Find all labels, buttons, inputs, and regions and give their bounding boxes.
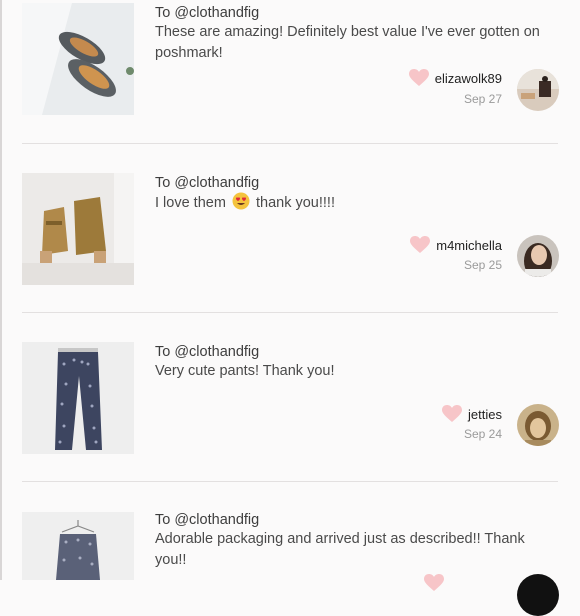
avatar-photo-icon (517, 404, 559, 446)
author-avatar[interactable] (517, 235, 559, 277)
author-username[interactable]: jetties (468, 407, 502, 422)
avatar-photo-icon (517, 235, 559, 277)
heart-icon (424, 574, 444, 591)
recipient-line: To @clothandfig (155, 344, 260, 360)
note-date: Sep 25 (463, 258, 502, 272)
author-username[interactable]: elizawolk89 (435, 71, 502, 86)
printed-pants-icon (22, 342, 134, 454)
message-text: I love them (155, 195, 226, 211)
card-divider (22, 481, 558, 482)
heart-icon (408, 69, 429, 86)
note-message: I love them thank you!!!! (155, 192, 565, 214)
author-avatar[interactable] (517, 69, 559, 111)
card-divider (22, 312, 558, 313)
recipient-line: To @clothandfig (155, 175, 260, 191)
author-row: m4michella (410, 236, 502, 254)
author-avatar[interactable] (517, 574, 559, 616)
note-date: Sep 27 (463, 92, 502, 106)
love-note-card: To @clothandfig Adorable packaging and a… (0, 510, 580, 616)
author-row: elizawolk89 (408, 69, 502, 87)
ankle-boots-icon (22, 173, 134, 285)
love-note-card: To @clothandfig I love them thank you!!!… (0, 170, 580, 340)
recipient-line: To @clothandfig (155, 512, 260, 528)
avatar-photo-icon (517, 69, 559, 111)
product-thumbnail[interactable] (22, 173, 134, 285)
product-thumbnail[interactable] (22, 342, 134, 454)
note-message: Adorable packaging and arrived just as d… (155, 531, 525, 568)
ballet-flats-icon (22, 3, 134, 115)
note-message: These are amazing! Definitely best value… (155, 24, 540, 61)
product-thumbnail[interactable] (22, 3, 134, 115)
heart-icon (442, 405, 463, 422)
printed-pants-hanger-icon (22, 512, 134, 580)
author-row: jetties (442, 405, 502, 423)
note-message: Very cute pants! Thank you! (155, 363, 335, 379)
message-text: thank you!!!! (255, 195, 335, 211)
recipient-line: To @clothandfig (155, 5, 260, 21)
love-note-card: To @clothandfig These are amazing! Defin… (0, 0, 580, 170)
author-avatar[interactable] (517, 404, 559, 446)
author-username[interactable]: m4michella (436, 238, 502, 253)
card-divider (22, 143, 558, 144)
heart-icon (410, 236, 431, 253)
product-thumbnail[interactable] (22, 512, 134, 580)
love-note-card: To @clothandfig Very cute pants! Thank y… (0, 340, 580, 510)
note-date: Sep 24 (463, 427, 502, 441)
heart-eyes-emoji-icon (232, 192, 250, 210)
